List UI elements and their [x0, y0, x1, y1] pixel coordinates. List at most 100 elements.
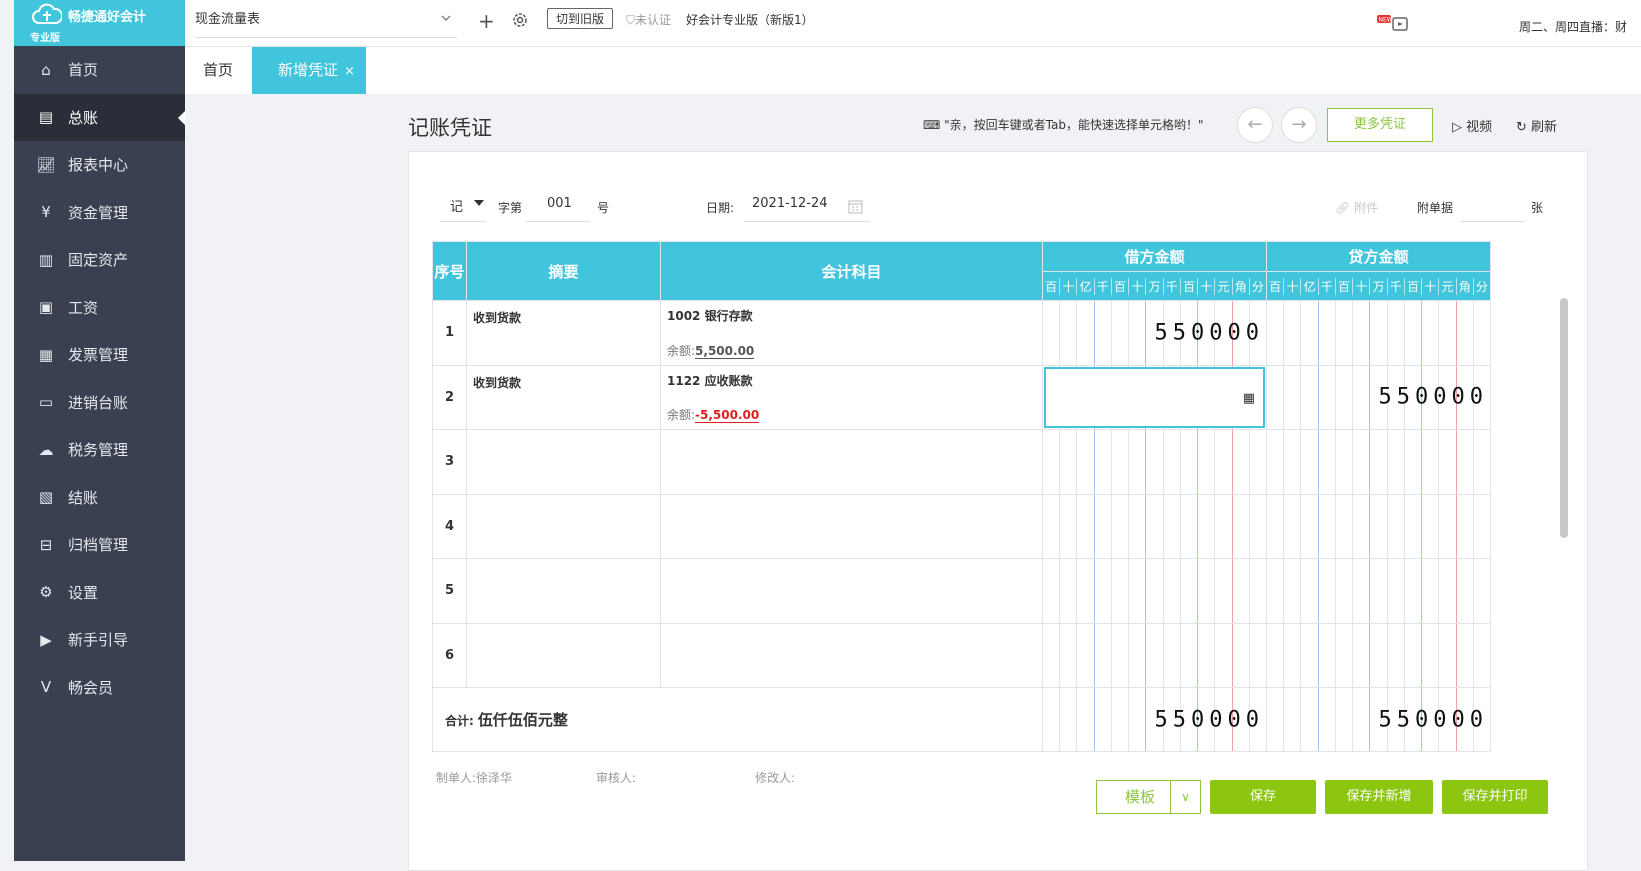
more-vouchers-button[interactable]: 更多凭证	[1327, 108, 1433, 142]
video-link[interactable]: ▷ 视频	[1452, 116, 1492, 135]
shield-icon: ⛉	[626, 13, 636, 27]
debit-cell[interactable]	[1042, 622, 1267, 688]
credit-cell[interactable]	[1266, 622, 1491, 688]
unverified-label: 未认证	[635, 13, 672, 27]
calculator-icon[interactable]: ▦	[1243, 391, 1255, 406]
subject-cell[interactable]: 1122 应收账款 余额:-5,500.00	[660, 364, 1043, 430]
date-input[interactable]: 2021-12-24	[744, 196, 870, 222]
voucher-row: 1 收到货款 1002 银行存款 余额:5,500.00 550000	[432, 300, 1491, 366]
subject-cell[interactable]	[660, 558, 1043, 624]
prev-voucher-button[interactable]: ←	[1237, 107, 1273, 143]
voucher-type-value: 记	[450, 200, 464, 215]
save-and-print-button[interactable]: 保存并打印	[1442, 780, 1548, 814]
building-icon: ▥	[38, 250, 54, 269]
voucher-type-select[interactable]: 记	[440, 196, 486, 222]
credit-cell[interactable]: 550000	[1266, 364, 1491, 430]
guide-icon: ▶	[40, 630, 52, 649]
attachment-link[interactable]: 🔗︎ 附件	[1335, 199, 1378, 216]
sidebar-item-5[interactable]: ▣ 工资	[14, 284, 185, 332]
summary-header: 摘要	[466, 241, 661, 301]
debit-amount: 550000	[1154, 320, 1264, 346]
maker-label: 制单人:	[436, 771, 477, 785]
cloud-logo-icon	[32, 3, 62, 24]
maker-info: 制单人:徐泽华	[436, 769, 512, 786]
sidebar-item-label: 资金管理	[68, 203, 129, 222]
caret-down-icon	[474, 200, 484, 211]
switch-old-version-button[interactable]: 切到旧版	[547, 8, 614, 29]
digit-header: 千	[1388, 277, 1405, 295]
total-debit-amount: 550000	[1154, 707, 1264, 732]
close-icon[interactable]: ×	[344, 64, 355, 79]
credit-cell[interactable]	[1266, 300, 1491, 366]
tab-home[interactable]: 首页	[185, 47, 251, 94]
sidebar-item-11[interactable]: ⚙ 设置	[14, 569, 185, 617]
arrow-right-icon: →	[1291, 114, 1307, 135]
sidebar-item-2[interactable]: 📈︎ 报表中心	[14, 141, 185, 189]
summary-cell[interactable]	[466, 622, 661, 688]
calendar-icon[interactable]	[848, 199, 863, 214]
summary-cell[interactable]: 收到货款	[466, 300, 661, 366]
sidebar-item-0[interactable]: ⌂ 首页	[14, 46, 185, 94]
digit-header: 十	[1060, 277, 1078, 295]
save-button[interactable]: 保存	[1210, 780, 1316, 814]
sidebar-item-label: 税务管理	[68, 441, 129, 460]
tab-new-voucher[interactable]: 新增凭证 ×	[252, 47, 366, 94]
summary-cell[interactable]	[466, 493, 661, 559]
summary-cell[interactable]	[466, 558, 661, 624]
credit-cell[interactable]	[1266, 429, 1491, 495]
row-number: 6	[432, 622, 467, 688]
credit-cell[interactable]	[1266, 558, 1491, 624]
debit-cell[interactable]: 550000	[1042, 300, 1267, 366]
unverified-badge[interactable]: ⛉未认证	[626, 11, 671, 28]
scrollbar[interactable]	[1560, 298, 1568, 538]
attached-docs-input[interactable]	[1461, 196, 1525, 222]
subject-cell[interactable]	[660, 493, 1043, 559]
sidebar-item-6[interactable]: ▦ 发票管理	[14, 331, 185, 379]
home-icon: ⌂	[41, 60, 51, 79]
digit-header: 元	[1439, 277, 1457, 295]
digit-header: 百	[1405, 277, 1423, 295]
refresh-link[interactable]: ↻ 刷新	[1516, 116, 1557, 135]
sidebar-item-12[interactable]: ▶ 新手引导	[14, 616, 185, 664]
report-select-value: 现金流量表	[195, 12, 261, 27]
chevron-down-icon	[441, 15, 451, 21]
add-icon[interactable]: +	[478, 9, 495, 33]
summary-cell[interactable]	[466, 429, 661, 495]
sidebar-item-8[interactable]: ☁ 税务管理	[14, 426, 185, 474]
subject-cell[interactable]	[660, 429, 1043, 495]
credit-cell[interactable]	[1266, 493, 1491, 559]
live-tv-icon[interactable]: NEW	[1377, 14, 1413, 34]
sidebar-item-9[interactable]: ▧ 结账	[14, 474, 185, 522]
sidebar-item-3[interactable]: ¥ 资金管理	[14, 189, 185, 237]
app-logo[interactable]: 畅捷通好会计 专业版	[14, 0, 185, 46]
debit-cell[interactable]: ▦	[1042, 364, 1267, 430]
settings-gear-icon[interactable]	[511, 11, 529, 29]
live-notice[interactable]: 周二、周四直播：财	[1519, 18, 1627, 35]
digit-header: 百	[1181, 277, 1199, 295]
total-label: 合计:	[445, 714, 474, 728]
save-and-new-button[interactable]: 保存并新增	[1325, 780, 1433, 814]
debit-editor[interactable]: ▦	[1044, 366, 1265, 428]
date-value: 2021-12-24	[752, 196, 828, 211]
sidebar-item-10[interactable]: ⊟ 归档管理	[14, 521, 185, 569]
sidebar-item-label: 固定资产	[68, 251, 129, 270]
debit-cell[interactable]	[1042, 558, 1267, 624]
chevron-down-icon[interactable]: ∨	[1170, 781, 1200, 813]
sidebar-item-label: 总账	[68, 108, 99, 127]
row-number: 5	[432, 558, 467, 624]
sidebar-item-1[interactable]: ▤ 总账	[14, 93, 185, 141]
debit-cell[interactable]	[1042, 429, 1267, 495]
sidebar-item-13[interactable]: V 畅会员	[14, 664, 185, 712]
summary-cell[interactable]: 收到货款	[466, 364, 661, 430]
company-name[interactable]: 好会计专业版（新版1）	[686, 11, 814, 28]
subject-cell[interactable]: 1002 银行存款 余额:5,500.00	[660, 300, 1043, 366]
template-button[interactable]: 模板 ∨	[1096, 780, 1201, 814]
digit-header: 角	[1233, 277, 1250, 295]
sidebar-item-7[interactable]: ▭ 进销台账	[14, 379, 185, 427]
voucher-number-input[interactable]: 001	[526, 196, 590, 222]
sidebar-item-4[interactable]: ▥ 固定资产	[14, 236, 185, 284]
subject-cell[interactable]	[660, 622, 1043, 688]
report-select[interactable]: 现金流量表	[195, 6, 457, 38]
next-voucher-button[interactable]: →	[1281, 107, 1317, 143]
debit-cell[interactable]	[1042, 493, 1267, 559]
